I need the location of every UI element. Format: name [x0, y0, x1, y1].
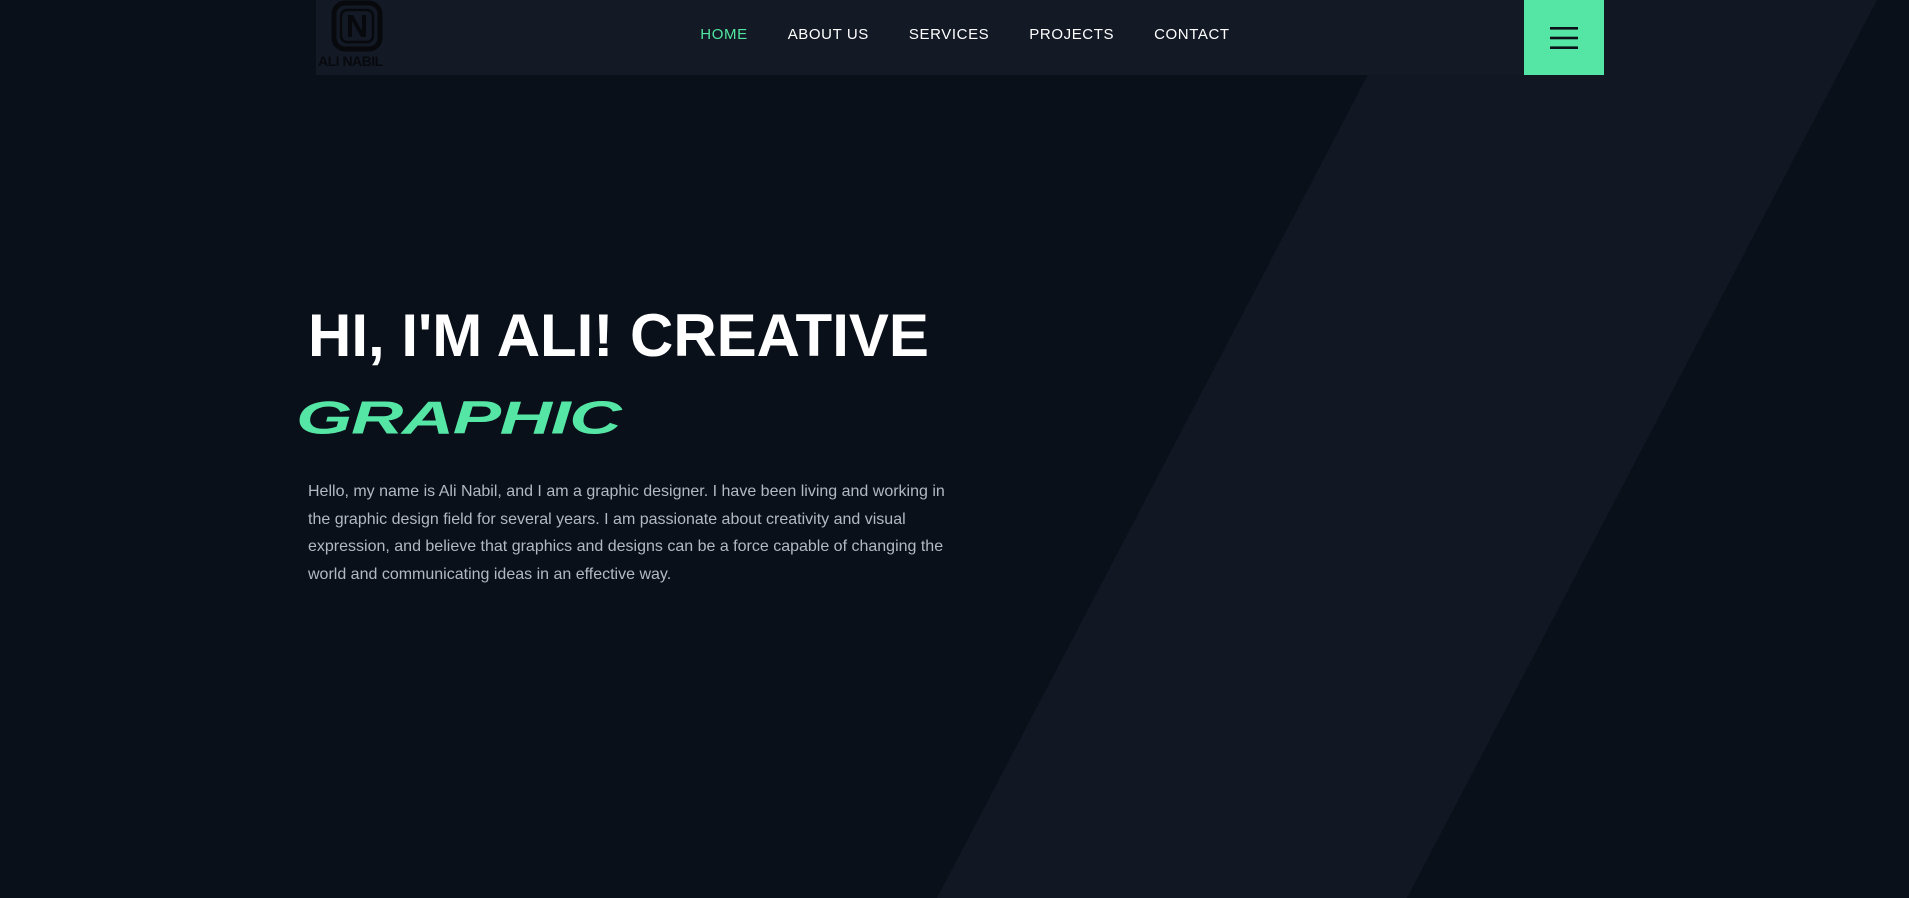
- hero-title: HI, I'M ALI! CREATIVE: [308, 302, 929, 369]
- hamburger-menu-icon: [1550, 26, 1578, 49]
- logo-text: ALI NABIL: [318, 53, 383, 69]
- menu-button[interactable]: [1524, 0, 1604, 75]
- nav-item-projects[interactable]: PROJECTS: [1029, 26, 1114, 44]
- hero-accent-word: GRAPHIC: [296, 392, 622, 444]
- hero-paragraph: Hello, my name is Ali Nabil, and I am a …: [308, 483, 945, 583]
- background-diagonal-stripe: [937, 0, 1877, 898]
- page: ALI NABIL HOME ABOUT US SERVICES PROJECT…: [0, 0, 1909, 898]
- main-nav: HOME ABOUT US SERVICES PROJECTS CONTACT: [316, 26, 1604, 44]
- nav-item-services[interactable]: SERVICES: [909, 26, 989, 44]
- navbar: ALI NABIL HOME ABOUT US SERVICES PROJECT…: [316, 0, 1604, 75]
- nav-item-about-us[interactable]: ABOUT US: [788, 26, 869, 44]
- nav-item-contact[interactable]: CONTACT: [1154, 26, 1230, 44]
- nav-item-home[interactable]: HOME: [700, 26, 747, 44]
